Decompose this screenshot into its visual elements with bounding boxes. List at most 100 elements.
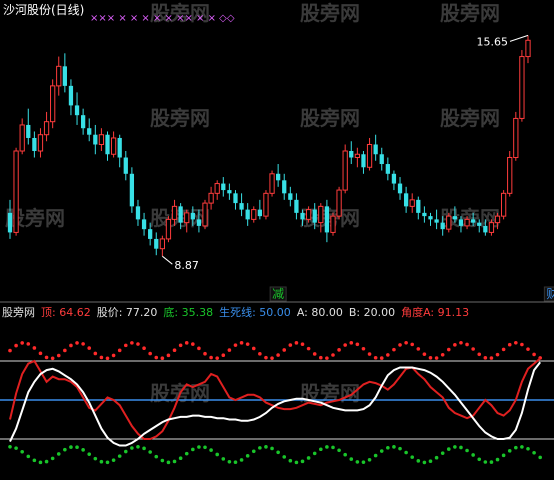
bottom-dot <box>264 445 268 449</box>
candle-body-up <box>354 153 360 159</box>
red-indicator-line <box>9 357 541 440</box>
bottom-dot <box>410 455 415 459</box>
top-dot <box>483 356 488 360</box>
bottom-dot <box>69 445 73 449</box>
bottom-dot <box>166 460 171 465</box>
candle-body-up <box>208 192 214 204</box>
bottom-dot <box>87 452 92 456</box>
bottom-dot <box>526 447 530 451</box>
candle-body-down <box>391 173 397 184</box>
candle-body-down <box>403 193 409 207</box>
top-dot <box>148 351 152 356</box>
bottom-dot <box>434 455 439 460</box>
watermark-text: 股旁网 <box>300 106 360 130</box>
top-dot <box>264 355 268 360</box>
candle-body-down <box>221 183 226 191</box>
candle-body-down <box>141 219 147 230</box>
candle-body-down <box>397 183 403 194</box>
top-dot <box>465 342 469 347</box>
bottom-dot <box>239 458 244 462</box>
bottom-dot <box>154 454 159 459</box>
top-dot <box>404 341 408 345</box>
top-dot <box>373 355 378 360</box>
low-pointer <box>162 255 173 265</box>
bottom-dot <box>191 447 195 452</box>
candle-body-down <box>477 222 482 226</box>
candle-body-up <box>336 189 342 217</box>
bottom-dot <box>538 455 542 460</box>
top-dot <box>117 348 122 353</box>
candle-body-down <box>276 173 281 181</box>
candle-body-down <box>416 199 421 213</box>
top-dot <box>319 355 323 360</box>
bottom-dot <box>251 449 256 454</box>
top-dot <box>453 343 457 347</box>
candle-body-down <box>379 154 384 165</box>
candle-body-up <box>159 238 165 250</box>
candle-body-down <box>385 164 390 174</box>
top-dot <box>294 341 299 345</box>
indicator-labels: 股旁网 顶: 64.62 股价: 77.20 底: 35.38 生死线: 50.00 A:… <box>2 305 469 319</box>
candle-body-down <box>62 66 67 86</box>
candle-body-down <box>148 229 153 239</box>
bottom-dot <box>136 445 140 449</box>
top-dot <box>87 346 92 350</box>
candle-body-up <box>507 157 513 194</box>
top-dot <box>416 347 421 351</box>
top-dot <box>312 352 317 356</box>
bottom-dot <box>373 453 378 458</box>
candle-body-up <box>50 85 56 123</box>
top-dot <box>239 341 244 345</box>
candle-body-up <box>98 134 105 145</box>
candle-body-up <box>519 56 525 119</box>
top-dot <box>325 356 329 360</box>
bottom-dot <box>422 460 427 465</box>
bottom-dot <box>404 450 408 455</box>
bottom-dot <box>440 451 445 455</box>
bottom-dot <box>14 446 18 450</box>
marker-row: ××× × × × × × ×× × × ◇◇ <box>90 13 235 24</box>
candle-body-down <box>129 173 135 207</box>
watermark-text: 股旁网 <box>300 1 360 25</box>
top-dot <box>81 342 85 346</box>
candle-body-up <box>366 143 373 168</box>
top-dot <box>422 352 427 356</box>
top-dot <box>276 353 280 357</box>
watermark-text: 股旁网 <box>150 106 210 130</box>
top-dot <box>343 343 347 347</box>
candle-body-up <box>56 65 62 87</box>
candle-body-up <box>37 134 44 152</box>
bottom-dot <box>379 449 384 453</box>
candle-body-down <box>154 238 159 249</box>
bottom-dot <box>416 459 421 463</box>
top-dot <box>56 353 61 358</box>
badge-财: 财 <box>546 287 554 301</box>
bottom-dot <box>349 457 354 461</box>
top-dot <box>440 352 445 357</box>
top-dot <box>251 346 256 351</box>
candle-body-down <box>227 190 232 194</box>
bottom-dot <box>130 446 134 450</box>
bottom-dot <box>99 459 104 464</box>
candle-body-down <box>452 216 458 220</box>
bottom-dot <box>331 445 335 450</box>
top-dot <box>386 353 390 357</box>
top-dot <box>111 353 116 358</box>
bottom-dot <box>306 456 311 460</box>
bottom-dot <box>495 457 500 462</box>
top-dot <box>520 342 524 347</box>
bottom-dot <box>428 459 433 464</box>
indicator-label-life: 生死线: 50.00 <box>219 305 291 319</box>
candle-body-down <box>93 134 98 145</box>
bottom-dot <box>44 459 49 464</box>
top-dot <box>38 351 43 356</box>
candle-body-down <box>135 206 141 220</box>
bottom-dot <box>203 445 207 450</box>
candle-body-up <box>318 205 324 224</box>
bottom-dot <box>386 445 390 450</box>
bottom-dot <box>532 450 536 455</box>
bottom-dot <box>172 459 177 464</box>
candle-body-down <box>312 209 317 223</box>
top-dot <box>166 353 171 358</box>
top-dot <box>495 352 500 357</box>
